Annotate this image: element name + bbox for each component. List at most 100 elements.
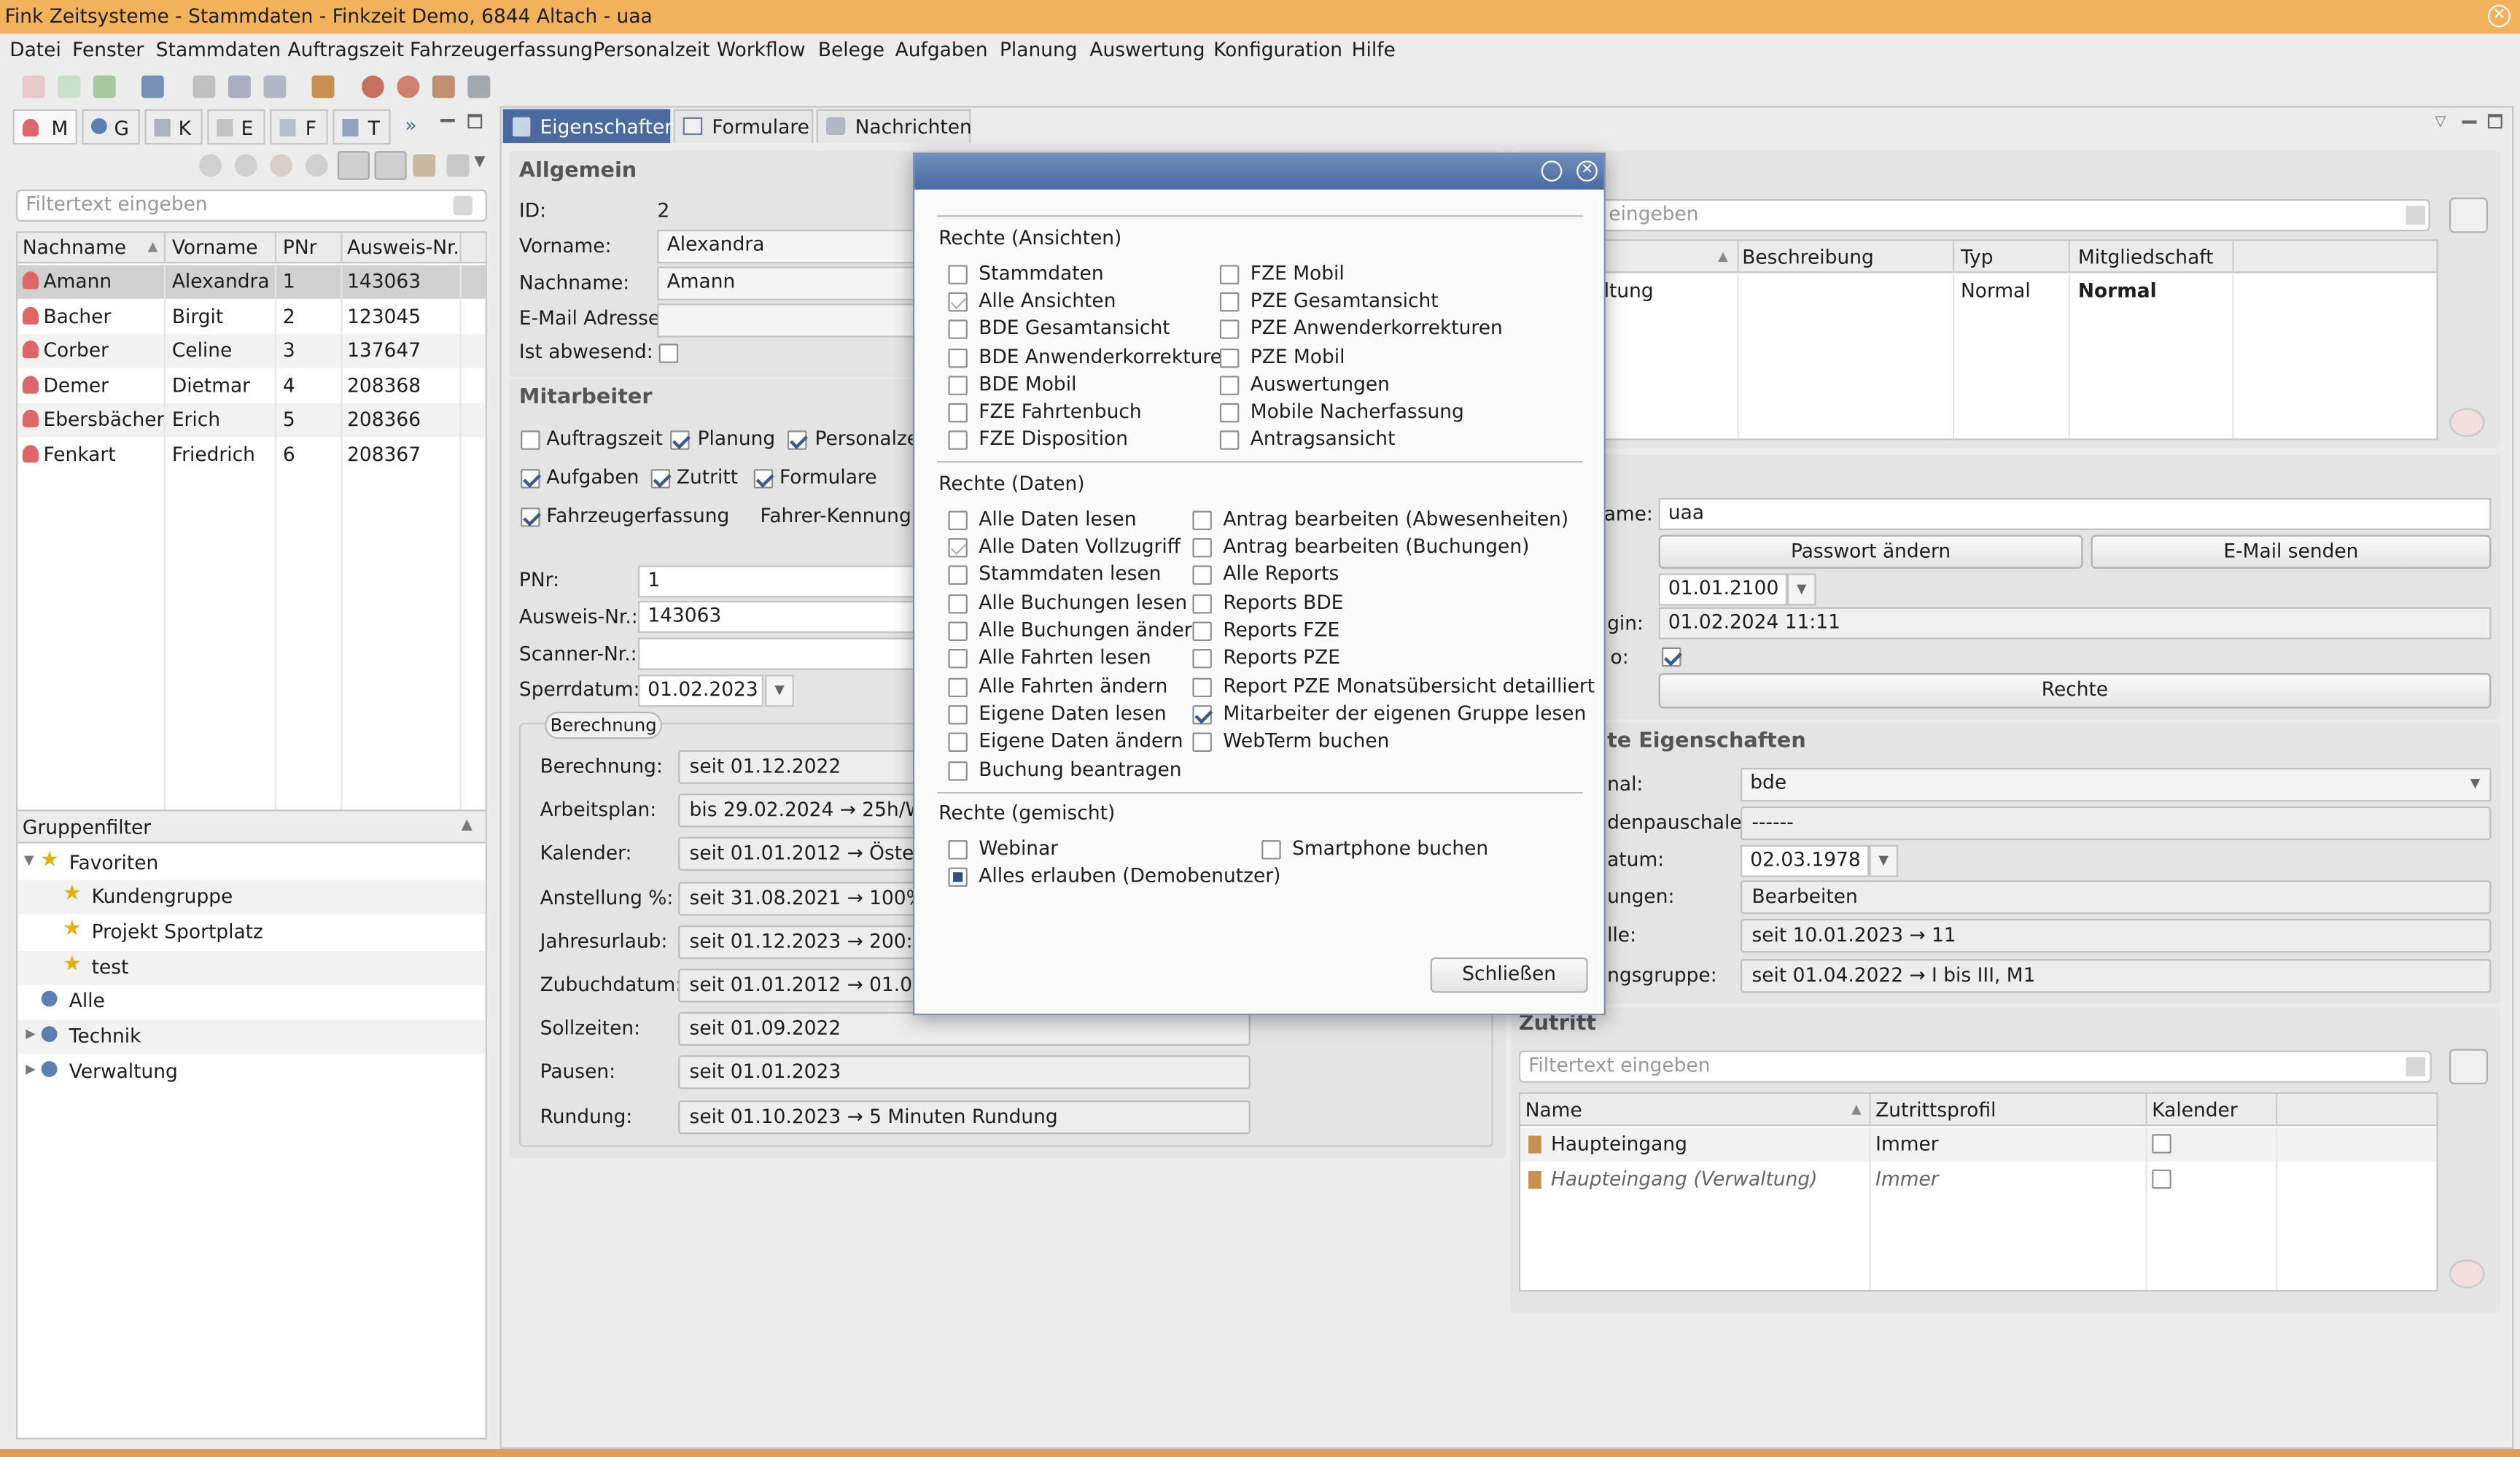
view-menu-icon[interactable]: ▽ [2435,114,2446,130]
col-pnr[interactable]: PNr [283,236,317,259]
menu-auswertung[interactable]: Auswertung [1089,39,1205,63]
username-field[interactable]: uaa [1658,497,2492,530]
col-zutrittsprofil[interactable]: Zutrittsprofil [1875,1099,1996,1122]
alle-reports-checkbox[interactable] [1192,565,1212,585]
menu-workflow[interactable]: Workflow [717,39,805,63]
table-row[interactable]: Bacher Birgit 2 123045 [18,300,485,334]
add-group-button[interactable] [2449,197,2488,233]
email-field[interactable] [657,303,931,338]
tag-icon[interactable] [446,154,470,177]
date-dropdown-icon[interactable]: ▼ [765,675,794,707]
more-tabs-button[interactable]: » [405,114,416,138]
fze-fahrtenbuch-checkbox[interactable] [948,403,968,423]
car-icon[interactable] [141,75,164,98]
calendar-icon[interactable] [263,75,287,98]
col-typ[interactable]: Typ [1961,246,1993,268]
tree-item-verwaltung[interactable]: ▶ ● Verwaltung [18,1055,485,1089]
pze-mobil-checkbox[interactable] [1219,349,1240,368]
col-kalender[interactable]: Kalender [2152,1099,2237,1122]
maximize-icon[interactable] [467,114,483,129]
antrag-abwesenheiten-checkbox[interactable] [1192,510,1212,530]
bde-mobil-checkbox[interactable] [948,376,968,395]
minimize-icon[interactable] [440,119,455,123]
abwesend-checkbox[interactable] [658,343,679,363]
menu-hilfe[interactable]: Hilfe [1352,39,1396,63]
datum-field[interactable]: 02.03.1978 [1741,844,1870,877]
menu-fenster[interactable]: Fenster [72,39,144,63]
close-dialog-icon[interactable]: ✕ [1576,160,1598,182]
table-row[interactable]: ltung Normal Normal [1601,275,2436,308]
mitarbeiter-gruppe-lesen-checkbox[interactable] [1192,705,1212,725]
undo-icon[interactable] [93,75,116,98]
tab-e[interactable]: E [207,109,265,145]
formulare-checkbox[interactable] [753,469,774,489]
document-icon[interactable] [192,75,216,98]
maximize-dialog-icon[interactable] [1541,160,1563,182]
door-icon[interactable] [311,75,335,98]
fze-disposition-checkbox[interactable] [948,430,968,450]
personalzeit-checkbox[interactable] [788,430,807,450]
antrag-buchungen-checkbox[interactable] [1192,537,1212,558]
planung-checkbox[interactable] [670,430,690,450]
menu-auftragszeit[interactable]: Auftragszeit [288,39,405,63]
auftragszeit-checkbox[interactable] [521,430,540,450]
stammdaten-lesen-checkbox[interactable] [948,565,968,585]
pausen-field[interactable]: seit 01.01.2023 [678,1055,1251,1089]
add-zutritt-button[interactable] [2449,1049,2488,1084]
report-pze-monat-checkbox[interactable] [1192,677,1212,698]
table-row[interactable]: Fenkart Friedrich 6 208367 [18,438,485,472]
collapse-icon[interactable]: ▲ [462,817,472,834]
bde-anwenderkorrekturen-checkbox[interactable] [948,349,968,368]
rechte-button[interactable]: Rechte [1658,673,2492,709]
schliessen-button[interactable]: Schließen [1430,957,1588,993]
alle-buchungen-lesen-checkbox[interactable] [948,594,968,614]
user-icon[interactable] [361,75,384,98]
user-remove-icon[interactable] [234,154,257,177]
eigene-daten-aendern-checkbox[interactable] [948,732,968,752]
minimize-icon[interactable] [2462,120,2477,124]
chevron-down-icon[interactable]: ▼ [474,154,485,170]
refresh-icon[interactable] [58,75,81,98]
tab-eigenschaften[interactable]: Eigenschaften [502,109,677,144]
tree-item-favoriten[interactable]: ▼ ★ Favoriten [18,847,485,880]
pdf-icon[interactable] [22,75,45,98]
user-edit-icon[interactable] [305,154,328,177]
zutritt-filter-input[interactable]: Filtertext eingeben [1518,1050,2432,1083]
fze-mobil-checkbox[interactable] [1219,265,1240,284]
alle-daten-lesen-checkbox[interactable] [948,510,968,530]
fahrzeugerfassung-checkbox[interactable] [521,508,540,527]
tree-item-kundengruppe[interactable]: ★ Kundengruppe [18,880,486,914]
alle-daten-vollzugriff-checkbox[interactable] [948,537,968,558]
passwort-aendern-button[interactable]: Passwort ändern [1658,535,2083,569]
menu-konfiguration[interactable]: Konfiguration [1213,39,1342,63]
clear-filter-icon[interactable] [453,195,473,216]
close-window-icon[interactable]: ✕ [2487,4,2511,28]
ungen-field[interactable]: Bearbeiten [1741,880,2492,914]
buchung-beantragen-checkbox[interactable] [948,761,968,781]
table-row[interactable]: Haupteingang Immer [1520,1127,2437,1162]
mobile-nacherfassung-checkbox[interactable] [1219,403,1240,423]
email-senden-button[interactable]: E-Mail senden [2091,535,2492,569]
terminal-icon[interactable] [228,75,251,98]
remove-group-icon[interactable] [2449,408,2485,438]
tree-item-projekt-sportplatz[interactable]: ★ Projekt Sportplatz [18,916,485,949]
rundung-field[interactable]: seit 01.10.2023 → 5 Minuten Rundung [678,1100,1251,1135]
table-row[interactable]: Haupteingang (Verwaltung) Immer [1520,1163,2436,1197]
maximize-icon[interactable] [2487,114,2502,129]
tab-f[interactable]: F [270,109,328,145]
aufgaben-checkbox[interactable] [521,469,540,489]
building-icon[interactable] [467,75,491,98]
reports-fze-checkbox[interactable] [1192,621,1212,641]
eigene-daten-lesen-checkbox[interactable] [948,705,968,725]
lle-field[interactable]: seit 10.01.2023 → 11 [1741,919,2492,953]
tab-t[interactable]: T [332,109,391,145]
table-row[interactable]: Ebersbächer Erich 5 208366 [18,403,486,438]
auswertungen-checkbox[interactable] [1219,376,1240,395]
nachname-field[interactable]: Amann [657,266,931,300]
menu-datei[interactable]: Datei [9,39,61,63]
group-edit-icon[interactable] [413,154,436,177]
table-row[interactable]: Demer Dietmar 4 208368 [18,370,485,403]
group-filter-icon[interactable] [337,151,370,180]
webterm-buchen-checkbox[interactable] [1192,732,1212,752]
alles-erlauben-checkbox[interactable] [948,867,968,887]
